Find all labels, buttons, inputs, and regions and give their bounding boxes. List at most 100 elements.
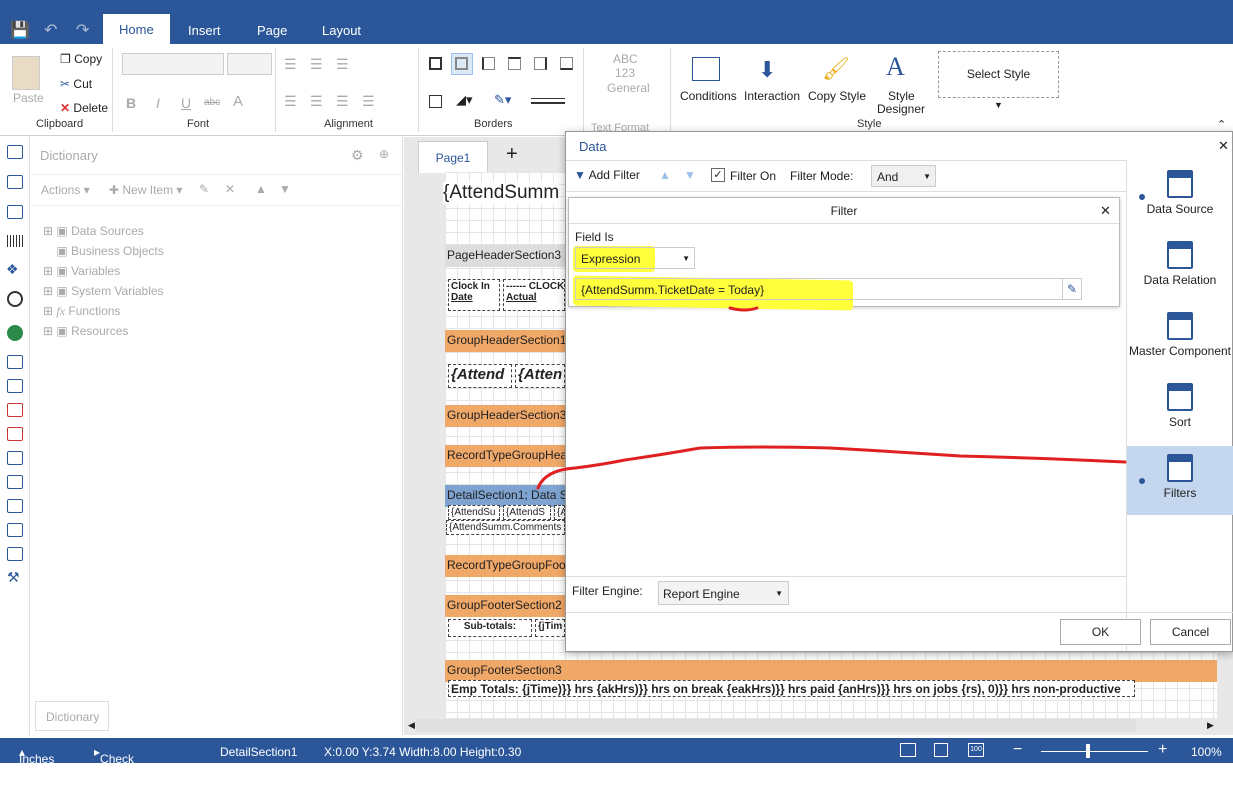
bold-icon[interactable]: B	[126, 95, 136, 111]
clock-icon[interactable]	[7, 291, 23, 307]
tree-item-resources[interactable]: ⊞ ▣ Resources	[43, 321, 164, 341]
border-right-icon[interactable]	[534, 57, 547, 70]
barcode-icon[interactable]	[7, 235, 23, 247]
zoom-slider[interactable]	[1041, 751, 1148, 752]
tree-item-system-variables[interactable]: ⊞ ▣ System Variables	[43, 281, 164, 301]
scroll-right-icon[interactable]: ▶	[1207, 720, 1214, 731]
font-color-icon[interactable]: A	[233, 93, 243, 110]
band-recordtype-header[interactable]: RecordTypeGroupHea	[445, 445, 565, 467]
band-group-header-1[interactable]: GroupHeaderSection1	[445, 330, 565, 352]
tree-item-business-objects[interactable]: ▣ Business Objects	[43, 241, 163, 261]
band-group-footer-2[interactable]: GroupFooterSection2	[445, 595, 565, 617]
subreport-icon[interactable]	[7, 499, 23, 513]
align-center-icon[interactable]: ☰	[310, 93, 323, 110]
border-bottom-icon[interactable]	[560, 57, 573, 70]
container-icon[interactable]	[7, 475, 23, 489]
align-middle-icon[interactable]: ☰	[310, 56, 323, 73]
globe-icon[interactable]	[7, 325, 23, 341]
actions-menu[interactable]: Actions ▾	[41, 183, 90, 197]
band-group-footer-3[interactable]: GroupFooterSection3	[445, 660, 1217, 682]
page-tab[interactable]: Page1	[418, 141, 488, 173]
move-up-icon[interactable]: ▲	[659, 168, 671, 182]
tools-icon[interactable]: ⚒	[7, 569, 20, 586]
border-left-icon[interactable]	[482, 57, 495, 70]
border-top-icon[interactable]	[508, 57, 521, 70]
close-icon[interactable]: ✕	[1100, 203, 1111, 219]
filter-mode-select[interactable]: And ▼	[871, 165, 936, 187]
italic-icon[interactable]: I	[156, 95, 160, 111]
cell-detail-2[interactable]: {AttendS	[503, 505, 551, 520]
collapse-ribbon-icon[interactable]: ⌃	[1217, 118, 1226, 131]
gear-icon[interactable]: ⚙	[351, 147, 364, 164]
text-format-general[interactable]: General	[607, 81, 650, 95]
image-text-icon[interactable]	[7, 403, 23, 417]
cell-emp-totals[interactable]: Emp Totals: {jTime)}} hrs {akHrs)}} hrs …	[448, 680, 1135, 697]
dictionary-tab[interactable]: Dictionary	[35, 701, 109, 731]
cancel-button[interactable]: Cancel	[1150, 619, 1231, 645]
up-icon[interactable]: ▲	[255, 182, 267, 196]
zoom-slider-handle[interactable]	[1086, 744, 1090, 758]
align-top-icon[interactable]: ☰	[284, 56, 297, 73]
close-icon[interactable]: ✕	[1218, 138, 1229, 154]
ok-button[interactable]: OK	[1060, 619, 1141, 645]
add-filter-button[interactable]: ▼ Add Filter	[574, 168, 640, 182]
fit-page-icon[interactable]	[934, 743, 948, 757]
scroll-left-icon[interactable]: ◀	[408, 720, 415, 731]
cell-subtotals[interactable]: Sub-totals:	[448, 619, 532, 637]
text-icon[interactable]	[7, 355, 23, 369]
sidebar-master-component[interactable]: Master Component	[1127, 312, 1233, 358]
rich-text-icon[interactable]	[7, 379, 23, 393]
band-recordtype-footer[interactable]: RecordTypeGroupFoo	[445, 555, 565, 577]
shapes-icon[interactable]: ❖	[6, 261, 19, 278]
edit-expression-icon[interactable]: ✎	[1062, 278, 1082, 300]
tree-item-functions[interactable]: ⊞ fx Functions	[43, 301, 164, 321]
border-all-icon[interactable]	[429, 57, 442, 70]
undo-icon[interactable]: ↶	[44, 20, 57, 40]
band-page-header[interactable]: PageHeaderSection3	[445, 245, 565, 267]
chevron-down-icon[interactable]: ▼	[994, 100, 1003, 110]
cell-detail-3[interactable]: {A	[554, 505, 565, 520]
report-title-text[interactable]: {AttendSumm	[443, 182, 560, 204]
down-icon[interactable]: ▼	[279, 182, 291, 196]
edit-icon[interactable]: ✎	[199, 182, 209, 196]
border-style-icon[interactable]	[531, 98, 565, 104]
new-item-button[interactable]: ✚ New Item ▾	[109, 183, 182, 197]
border-color-icon[interactable]: ✎▾	[494, 92, 511, 108]
sidebar-data-relation[interactable]: Data Relation	[1127, 241, 1233, 287]
data-band-icon[interactable]	[7, 205, 23, 219]
picture-icon[interactable]	[7, 547, 23, 561]
page-header-icon[interactable]	[7, 145, 23, 159]
style-designer-line2[interactable]: Designer	[877, 102, 925, 116]
move-down-icon[interactable]: ▼	[684, 168, 696, 182]
copy-style-button[interactable]: Copy Style	[808, 89, 866, 103]
cell-attend-2[interactable]: {Atten	[515, 364, 565, 388]
filter-engine-select[interactable]: Report Engine ▼	[658, 581, 789, 605]
font-size-select[interactable]	[227, 53, 272, 75]
border-box-icon[interactable]	[429, 95, 442, 108]
add-page-button[interactable]: +	[506, 143, 518, 166]
delete-button[interactable]: ✕ Delete	[60, 101, 108, 115]
zoom-out-button[interactable]: −	[1013, 741, 1022, 759]
expression-input[interactable]: {AttendSumm.TicketDate = Today}	[575, 278, 1063, 300]
fill-color-icon[interactable]: ◢▾	[456, 92, 473, 108]
underline-icon[interactable]: U	[181, 95, 191, 111]
units-menu[interactable]: Inches ▴	[19, 745, 54, 766]
sidebar-sort[interactable]: Sort	[1127, 383, 1233, 429]
redo-icon[interactable]: ↷	[76, 20, 89, 40]
align-bottom-icon[interactable]: ☰	[336, 56, 349, 73]
cut-button[interactable]: ✂ Cut	[60, 77, 92, 91]
tab-layout[interactable]: Layout	[322, 23, 361, 38]
cell-detail-1[interactable]: {AttendSu	[448, 505, 500, 520]
save-icon[interactable]: 💾	[10, 20, 30, 40]
cell-clock-header[interactable]: ------ CLOCK Actual	[503, 279, 565, 311]
horizontal-scrollbar[interactable]	[416, 719, 1136, 732]
pin-icon[interactable]: ⊕	[379, 147, 389, 161]
table-icon[interactable]	[7, 523, 23, 537]
delete-icon[interactable]: ✕	[225, 182, 235, 196]
strikethrough-icon[interactable]: abc	[204, 97, 220, 108]
band-detail-section[interactable]: DetailSection1; Data S	[445, 485, 565, 507]
zoom-100-icon[interactable]: 100	[968, 743, 984, 757]
zoom-in-button[interactable]: +	[1158, 741, 1167, 759]
tree-item-variables[interactable]: ⊞ ▣ Variables	[43, 261, 164, 281]
tree-item-data-sources[interactable]: ⊞ ▣ Data Sources	[43, 221, 164, 241]
